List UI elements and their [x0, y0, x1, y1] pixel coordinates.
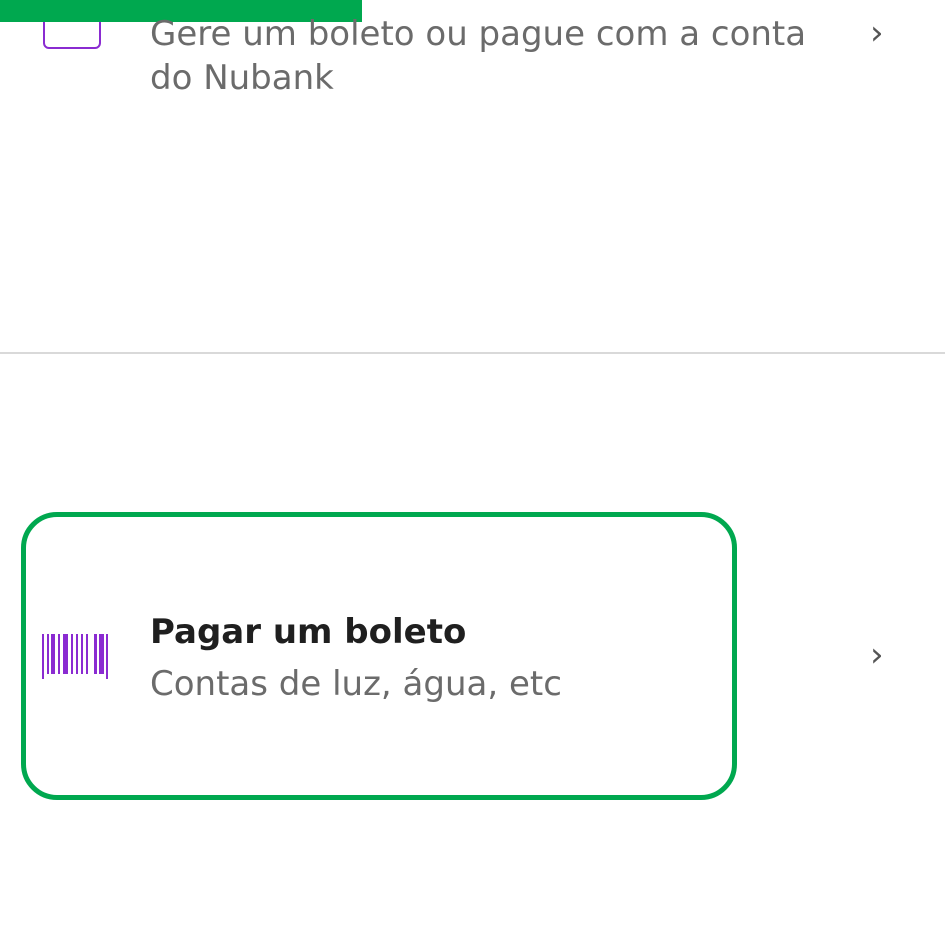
- row-subtitle: Contas de luz, água, etc: [150, 664, 562, 704]
- row-subtitle: Gere um boleto ou pague com a conta do N…: [150, 14, 807, 98]
- barcode-icon: [42, 634, 108, 679]
- chevron-right-icon: ›: [870, 635, 884, 675]
- pay-boleto-row[interactable]: Pagar um boleto Contas de luz, água, etc…: [0, 354, 945, 945]
- chevron-right-icon: ›: [870, 13, 884, 53]
- boleto-generate-row[interactable]: Gere um boleto ou pague com a conta do N…: [0, 0, 945, 352]
- row-title: Pagar um boleto: [150, 612, 467, 652]
